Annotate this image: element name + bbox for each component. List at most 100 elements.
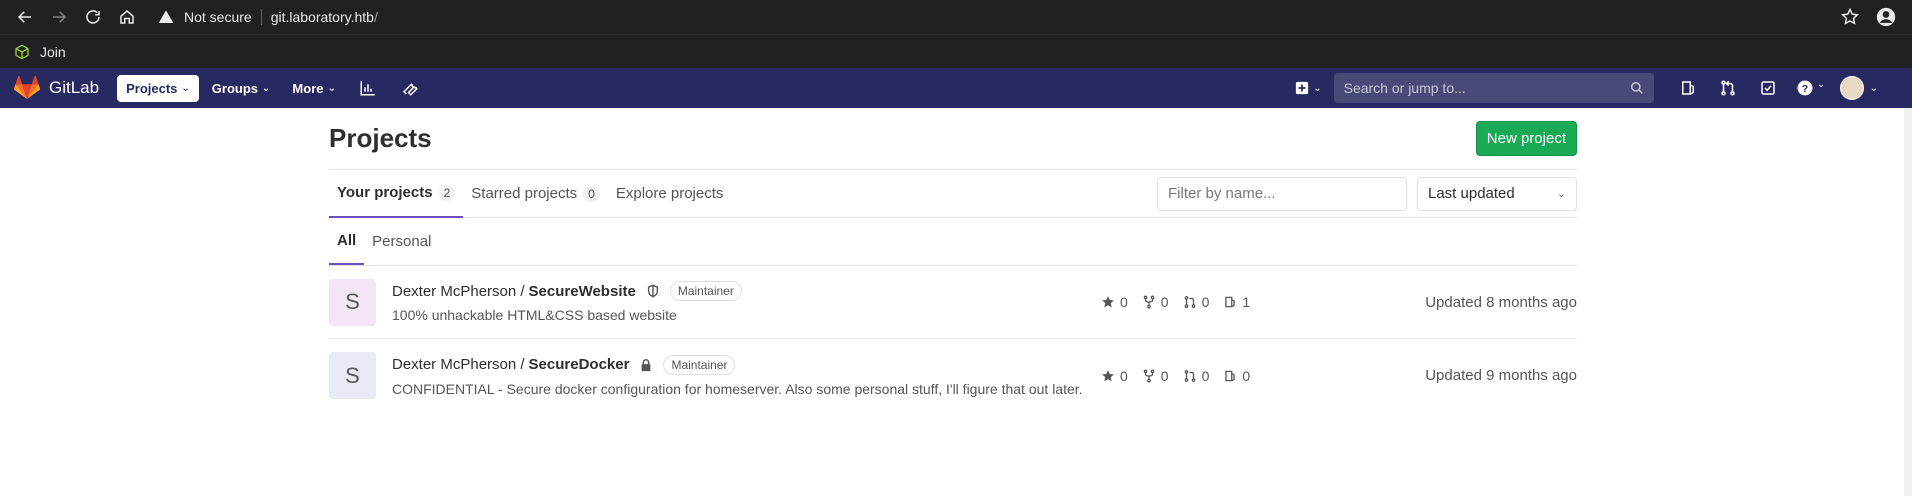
issues-value: 0 <box>1242 367 1251 384</box>
issues-icon <box>1225 370 1236 381</box>
new-project-button[interactable]: New project <box>1475 121 1577 156</box>
stars-value: 0 <box>1120 294 1128 310</box>
forks-value: 0 <box>1160 294 1169 310</box>
profile-icon[interactable] <box>1876 7 1896 27</box>
project-avatar[interactable]: S <box>329 352 376 399</box>
issues-count[interactable]: 0 <box>1223 368 1250 384</box>
sort-dropdown[interactable]: Last updated ⌄ <box>1417 176 1577 211</box>
stars-value: 0 <box>1120 367 1128 384</box>
admin-wrench-icon[interactable] <box>391 79 429 97</box>
project-row[interactable]: S Dexter McPherson / SecureDocker Mainta… <box>329 339 1577 412</box>
count-badge: 2 <box>438 184 456 201</box>
shield-icon <box>647 284 658 298</box>
nav-groups[interactable]: Groups ⌄ <box>203 75 280 102</box>
avatar <box>1839 76 1864 100</box>
updated-time: Updated 8 months ago <box>1425 293 1577 311</box>
star-icon <box>1102 369 1114 381</box>
help-icon[interactable]: ? ⌄ <box>1788 79 1834 97</box>
subtab-personal[interactable]: Personal <box>364 218 439 265</box>
issues-count[interactable]: 1 <box>1223 294 1250 310</box>
project-name[interactable]: SecureWebsite <box>529 283 636 300</box>
nav-groups-label: Groups <box>211 80 259 96</box>
user-menu[interactable]: ⌄ <box>1839 76 1878 100</box>
plus-square-icon <box>1296 81 1309 95</box>
merge-requests-value: 0 <box>1201 294 1210 310</box>
projects-page: Projects New project Your projects 2 Sta… <box>329 108 1577 412</box>
merge-request-icon <box>1184 369 1195 382</box>
merge-request-icon <box>1184 296 1195 308</box>
project-namespace[interactable]: Dexter McPherson / <box>392 283 525 300</box>
bookmark-star-icon[interactable] <box>1840 7 1860 27</box>
home-icon[interactable] <box>110 0 144 34</box>
not-secure-label: Not secure <box>184 9 252 25</box>
merge-request-icon[interactable] <box>1708 79 1748 97</box>
project-row[interactable]: S Dexter McPherson / SecureWebsite Maint… <box>329 266 1577 339</box>
project-name[interactable]: SecureDocker <box>529 356 630 373</box>
tab-label: Your projects <box>337 184 433 201</box>
issues-icon[interactable] <box>1668 79 1708 97</box>
nav-more-label: More <box>292 80 324 96</box>
chevron-down-icon: ⌄ <box>327 82 336 94</box>
merge-requests-count[interactable]: 0 <box>1183 294 1210 310</box>
chevron-down-icon: ⌄ <box>1816 79 1826 90</box>
chevron-down-icon: ⌄ <box>1313 82 1322 94</box>
project-namespace[interactable]: Dexter McPherson / <box>392 356 525 373</box>
tab-explore-projects[interactable]: Explore projects <box>608 170 732 218</box>
tab-starred-projects[interactable]: Starred projects 0 <box>463 170 608 218</box>
page-title: Projects <box>329 123 432 153</box>
bookmark-join[interactable]: Join <box>40 44 66 60</box>
role-badge: Maintainer <box>663 354 736 375</box>
lock-icon <box>642 358 651 371</box>
project-description: CONFIDENTIAL - Secure docker configurati… <box>392 380 1083 397</box>
url-divider <box>260 9 262 25</box>
chevron-down-icon: ⌄ <box>1556 188 1566 200</box>
gitlab-logo[interactable]: GitLab <box>14 76 99 100</box>
updated-time: Updated 9 months ago <box>1425 367 1577 384</box>
todo-icon[interactable] <box>1748 79 1788 97</box>
search-input[interactable]: Search or jump to... <box>1333 73 1654 103</box>
forks-count[interactable]: 0 <box>1142 368 1169 384</box>
search-placeholder: Search or jump to... <box>1343 80 1466 96</box>
issues-value: 1 <box>1242 294 1251 310</box>
svg-text:?: ? <box>1802 83 1808 95</box>
nav-projects[interactable]: Projects ⌄ <box>117 74 199 102</box>
nav-projects-label: Projects <box>126 80 178 96</box>
fork-icon <box>1143 295 1155 309</box>
count-badge: 0 <box>583 185 600 202</box>
forks-value: 0 <box>1160 367 1169 384</box>
address-bar[interactable]: Not secure git.laboratory.htb / <box>158 9 378 25</box>
stars-count[interactable]: 0 <box>1101 294 1128 310</box>
stars-count[interactable]: 0 <box>1101 368 1128 384</box>
issues-icon <box>1225 296 1236 308</box>
search-icon <box>1630 82 1643 94</box>
gitlab-tanuki-icon <box>14 76 40 99</box>
gitlab-brand: GitLab <box>49 78 100 97</box>
forks-count[interactable]: 0 <box>1142 294 1169 310</box>
url-path: / <box>373 9 378 25</box>
bookmarks-bar: Join <box>0 34 1912 68</box>
nav-more[interactable]: More ⌄ <box>283 75 344 102</box>
gitlab-navbar: GitLab Projects ⌄ Groups ⌄ More ⌄ ⌄ Search … <box>0 68 1912 108</box>
subtab-all[interactable]: All <box>329 218 365 265</box>
merge-requests-count[interactable]: 0 <box>1183 368 1209 384</box>
forward-icon[interactable] <box>42 0 76 34</box>
new-dropdown-button[interactable]: ⌄ <box>1295 81 1322 95</box>
tab-label: Explore projects <box>615 185 724 202</box>
warning-icon <box>158 10 174 23</box>
back-icon[interactable] <box>8 0 42 34</box>
reload-icon[interactable] <box>76 0 110 34</box>
fork-icon <box>1143 369 1155 382</box>
activity-chart-icon[interactable] <box>349 79 387 97</box>
project-description: 100% unhackable HTML&CSS based website <box>392 307 677 323</box>
project-avatar[interactable]: S <box>329 278 376 326</box>
cube-icon <box>15 44 29 59</box>
filter-by-name-input[interactable]: Filter by name... <box>1157 176 1407 211</box>
scrollbar[interactable] <box>1904 108 1912 496</box>
tab-your-projects[interactable]: Your projects 2 <box>329 170 464 218</box>
chevron-down-icon: ⌄ <box>262 82 271 94</box>
chevron-down-icon: ⌄ <box>1869 82 1878 94</box>
sort-value: Last updated <box>1428 185 1515 202</box>
tab-label: Starred projects <box>471 185 578 202</box>
url-host: git.laboratory.htb <box>270 9 374 25</box>
chevron-down-icon: ⌄ <box>181 82 190 94</box>
